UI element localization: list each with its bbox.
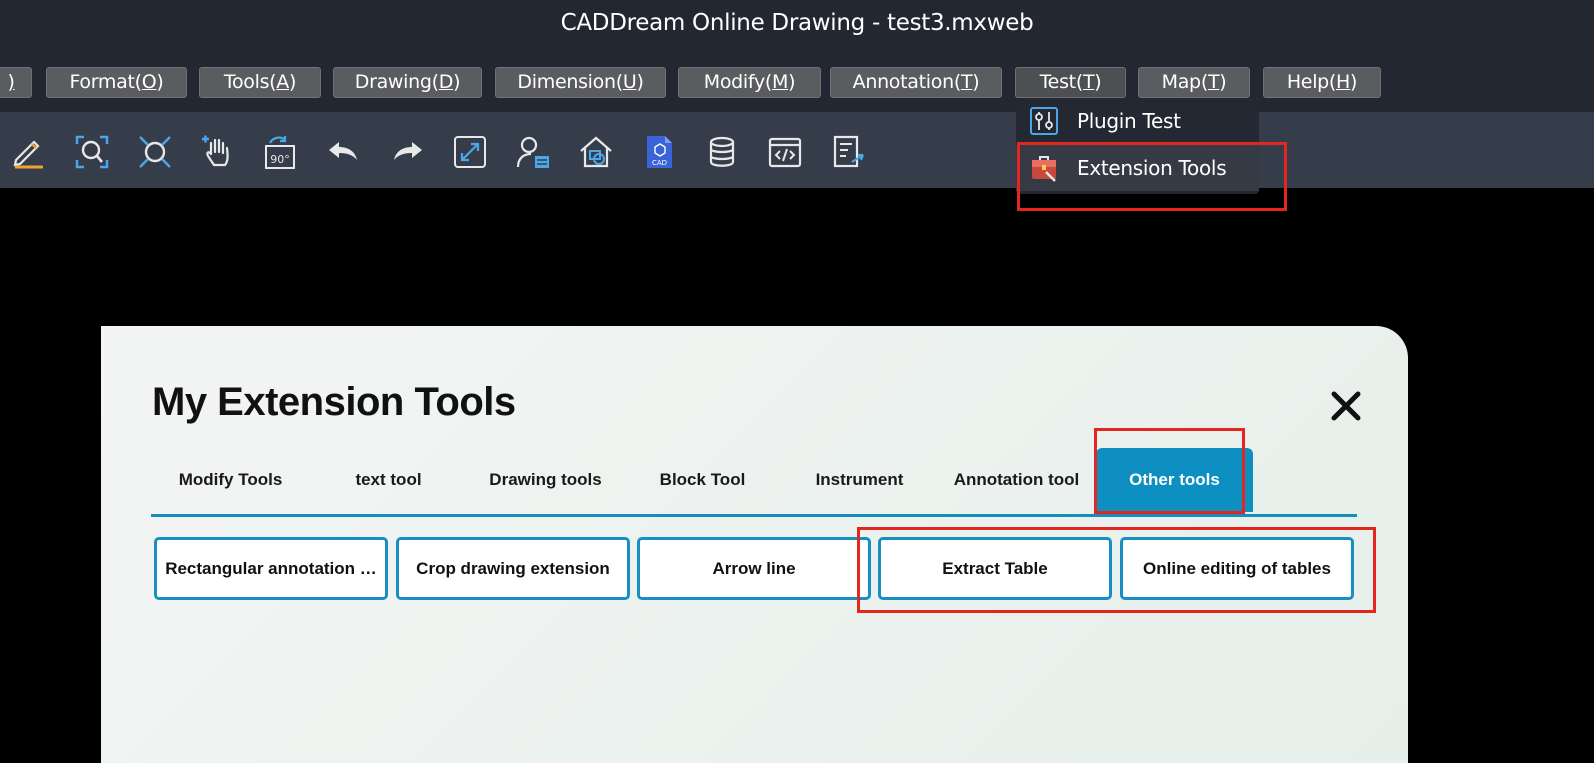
close-icon[interactable] [1329, 389, 1363, 423]
tab-underline [151, 514, 1357, 517]
database-icon[interactable] [704, 134, 740, 170]
tab-modify-tools[interactable]: Modify Tools [152, 448, 309, 512]
menu-item-partial[interactable]: ) [0, 67, 32, 98]
sliders-icon [1030, 107, 1058, 135]
menu-item-dimension[interactable]: Dimension(U) [495, 67, 666, 98]
pen-edit-icon[interactable] [10, 134, 46, 170]
pan-hand-icon[interactable] [200, 134, 236, 170]
menu-item-test[interactable]: Test(T) [1015, 67, 1126, 98]
rotate-90-icon[interactable]: 90° [263, 134, 299, 170]
zoom-extents-icon[interactable] [137, 134, 173, 170]
tab-annotation-tool[interactable]: Annotation tool [938, 448, 1095, 512]
menu-item-drawing[interactable]: Drawing(D) [333, 67, 482, 98]
export-icon[interactable] [830, 134, 866, 170]
menu-item-map[interactable]: Map(T) [1138, 67, 1250, 98]
window-title: CADDream Online Drawing - test3.mxweb [560, 10, 1034, 36]
user-layer-icon[interactable] [515, 134, 551, 170]
tab-instrument[interactable]: Instrument [781, 448, 938, 512]
dropdown-item-plugin-test[interactable]: Plugin Test [1016, 98, 1259, 144]
redo-icon[interactable] [389, 134, 425, 170]
tab-block-tool[interactable]: Block Tool [624, 448, 781, 512]
menu-item-tools[interactable]: Tools(A) [199, 67, 321, 98]
dropdown-item-label: Plugin Test [1077, 109, 1181, 133]
fullscreen-icon[interactable] [452, 134, 488, 170]
zoom-window-icon[interactable] [74, 134, 110, 170]
dialog-title: My Extension Tools [152, 380, 516, 424]
tab-text-tool[interactable]: text tool [310, 448, 467, 512]
tab-drawing-tools[interactable]: Drawing tools [467, 448, 624, 512]
tool-button-arrow-line[interactable]: Arrow line [637, 537, 871, 600]
cad-file-icon[interactable]: CAD [641, 134, 677, 170]
code-icon[interactable] [767, 134, 803, 170]
tool-button-crop-drawing-extension[interactable]: Crop drawing extension [396, 537, 630, 600]
menu-item-annotation[interactable]: Annotation(T) [830, 67, 1002, 98]
menu-item-help[interactable]: Help(H) [1263, 67, 1381, 98]
highlight-box-extension-tools [1017, 142, 1287, 211]
svg-text:90°: 90° [270, 153, 290, 166]
highlight-box-other-tools [1094, 428, 1245, 514]
tool-button-rectangular-annotation[interactable]: Rectangular annotation … [154, 537, 388, 600]
menu-item-format[interactable]: Format(O) [46, 67, 187, 98]
menu-item-modify[interactable]: Modify(M) [678, 67, 821, 98]
highlight-box-tools [857, 527, 1376, 613]
undo-icon[interactable] [326, 134, 362, 170]
svg-text:CAD: CAD [652, 159, 667, 167]
house-view-icon[interactable] [578, 134, 614, 170]
